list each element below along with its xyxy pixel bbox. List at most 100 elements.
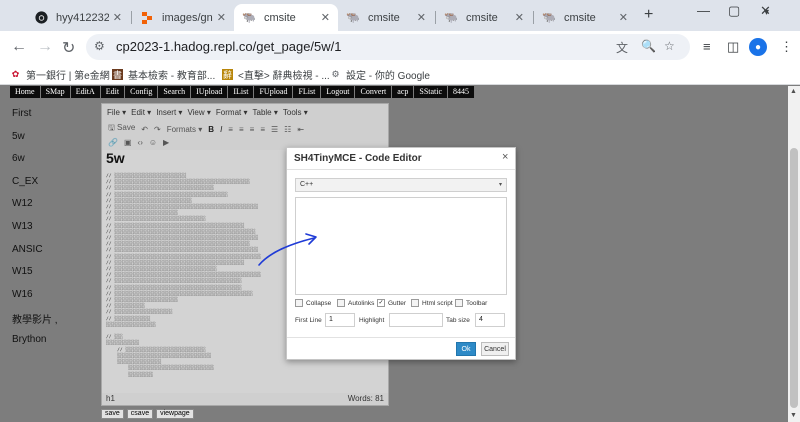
link-icon[interactable]: 🔗 [108,138,118,147]
menu-ilist[interactable]: IList [228,86,255,98]
outdent-icon[interactable]: ⇤ [297,125,304,134]
numbered-list-icon[interactable]: ☷ [284,125,291,134]
tab-github[interactable]: hyy4122322 ✕ [26,4,130,31]
editor-menu-tools[interactable]: Tools ▾ [283,108,308,117]
media-icon[interactable]: ▶ [163,138,169,147]
scroll-up-icon[interactable]: ▲ [790,88,797,95]
save-button[interactable]: 🖫 Save [108,122,135,136]
nav-item-ansic[interactable]: ANSIC [12,244,92,267]
menu-logout[interactable]: Logout [321,86,356,98]
viewpage-button[interactable]: viewpage [156,409,194,419]
nav-item-5w[interactable]: 5w [12,131,92,154]
page-scrollbar[interactable]: ▲ ▼ [788,86,800,422]
tab-cmsite-3[interactable]: 🐃 cmsite ✕ [436,4,532,31]
csave-button[interactable]: csave [126,409,154,419]
bookmark-item[interactable]: ⚙ 設定 - 你的 Google [330,67,429,82]
scrollbar-thumb[interactable] [790,148,798,408]
avatar[interactable]: ● [749,38,767,56]
close-icon[interactable]: ✕ [417,11,426,24]
menu-acp[interactable]: acp [392,86,415,98]
editor-menu-edit[interactable]: Edit ▾ [131,108,151,117]
nav-item-videos[interactable]: 教學影片 , [12,311,92,334]
close-icon[interactable]: × [502,151,508,163]
editor-menu-table[interactable]: Table ▾ [253,108,278,117]
bold-button[interactable]: B [208,125,214,134]
toolbar-checkbox[interactable]: Toolbar [455,299,487,307]
zoom-icon[interactable]: 🔍 [641,39,656,53]
tab-cmsite-4[interactable]: 🐃 cmsite ✕ [534,4,636,31]
close-icon[interactable]: ✕ [321,11,330,24]
nav-item-w16[interactable]: W16 [12,289,92,312]
editor-menu-insert[interactable]: Insert ▾ [156,108,182,117]
minimize-icon[interactable]: — [697,3,710,18]
emoticon-icon[interactable]: ☺ [149,138,157,147]
editor-menu-format[interactable]: Format ▾ [216,108,248,117]
ok-button[interactable]: Ok [456,342,476,356]
menu-config[interactable]: Config [125,86,159,98]
address-bar[interactable]: ⚙ cp2023-1.hadog.repl.co/get_page/5w/1 文… [86,34,690,60]
tab-cmsite-active[interactable]: 🐃 cmsite ✕ [234,4,338,31]
nav-item-brython[interactable]: Brython [12,334,92,357]
bookmark-item[interactable]: 辭 <直擊> 辭典檢視 - ... [222,67,330,82]
close-icon[interactable]: ✕ [515,11,524,24]
align-center-icon[interactable]: ≡ [239,125,244,134]
align-right-icon[interactable]: ≡ [250,125,255,134]
gutter-checkbox[interactable]: ✓ Gutter [377,299,406,307]
tab-images-gnuplot[interactable]: images/gnuplot ✕ [132,4,234,31]
save-form-button[interactable]: save [101,409,124,419]
collapse-checkbox[interactable]: Collapse [295,299,331,307]
bookmark-item[interactable]: ✿ 第一銀行 | 第e金網 [10,67,110,82]
menu-convert[interactable]: Convert [355,86,393,98]
window-close-icon[interactable]: ✕ [760,3,771,19]
nav-item-w13[interactable]: W13 [12,221,92,244]
media-control-icon[interactable]: ≡ [703,39,711,54]
menu-home[interactable]: Home [10,86,41,98]
more-menu-icon[interactable]: ⋮ [780,39,793,55]
first-line-input[interactable]: 1 [325,313,355,327]
menu-edit[interactable]: Edit [101,86,126,98]
menu-search[interactable]: Search [158,86,192,98]
url-text[interactable]: cp2023-1.hadog.repl.co/get_page/5w/1 [116,39,342,54]
cancel-button[interactable]: Cancel [481,342,509,356]
nav-item-c-ex[interactable]: C_EX [12,176,92,199]
menu-8445[interactable]: 8445 [448,86,476,98]
menu-smap[interactable]: SMap [41,86,71,98]
forward-icon[interactable]: → [37,38,53,56]
maximize-icon[interactable]: ▢ [728,3,740,19]
html-script-checkbox[interactable]: Html script [411,299,453,307]
nav-item-6w[interactable]: 6w [12,153,92,176]
image-icon[interactable]: ▣ [124,138,132,147]
redo-icon[interactable]: ↷ [154,125,161,134]
highlight-input[interactable] [389,313,443,327]
scroll-down-icon[interactable]: ▼ [790,412,797,419]
code-icon[interactable]: ‹› [138,138,143,147]
menu-fupload[interactable]: FUpload [254,86,294,98]
menu-iupload[interactable]: IUpload [191,86,229,98]
translate-icon[interactable]: 文 [616,39,628,56]
tab-cmsite-2[interactable]: 🐃 cmsite ✕ [338,4,434,31]
close-icon[interactable]: ✕ [217,11,226,24]
undo-icon[interactable]: ↶ [141,125,148,134]
new-tab-icon[interactable]: + [644,6,653,24]
close-icon[interactable]: ✕ [113,11,122,24]
menu-sstatic[interactable]: SStatic [414,86,449,98]
bookmark-star-icon[interactable]: ☆ [664,39,675,53]
back-icon[interactable]: ← [11,38,27,56]
align-left-icon[interactable]: ≡ [228,125,233,134]
menu-edita[interactable]: EditA [71,86,101,98]
justify-icon[interactable]: ≡ [260,125,265,134]
autolinks-checkbox[interactable]: Autolinks [337,299,374,307]
close-icon[interactable]: ✕ [619,11,628,24]
italic-button[interactable]: I [220,125,222,134]
menu-flist[interactable]: FList [293,86,322,98]
nav-item-w15[interactable]: W15 [12,266,92,289]
bookmark-item[interactable]: 書 基本檢索 - 教育部... [112,67,215,82]
editor-menu-view[interactable]: View ▾ [187,108,210,117]
nav-item-w12[interactable]: W12 [12,198,92,221]
reload-icon[interactable]: ↻ [62,38,75,58]
bullet-list-icon[interactable]: ☰ [271,125,278,134]
code-textarea[interactable] [295,197,507,295]
nav-item-first[interactable]: First [12,108,92,131]
language-select[interactable]: C++ ▾ [295,178,507,192]
editor-menu-file[interactable]: File ▾ [107,108,126,117]
